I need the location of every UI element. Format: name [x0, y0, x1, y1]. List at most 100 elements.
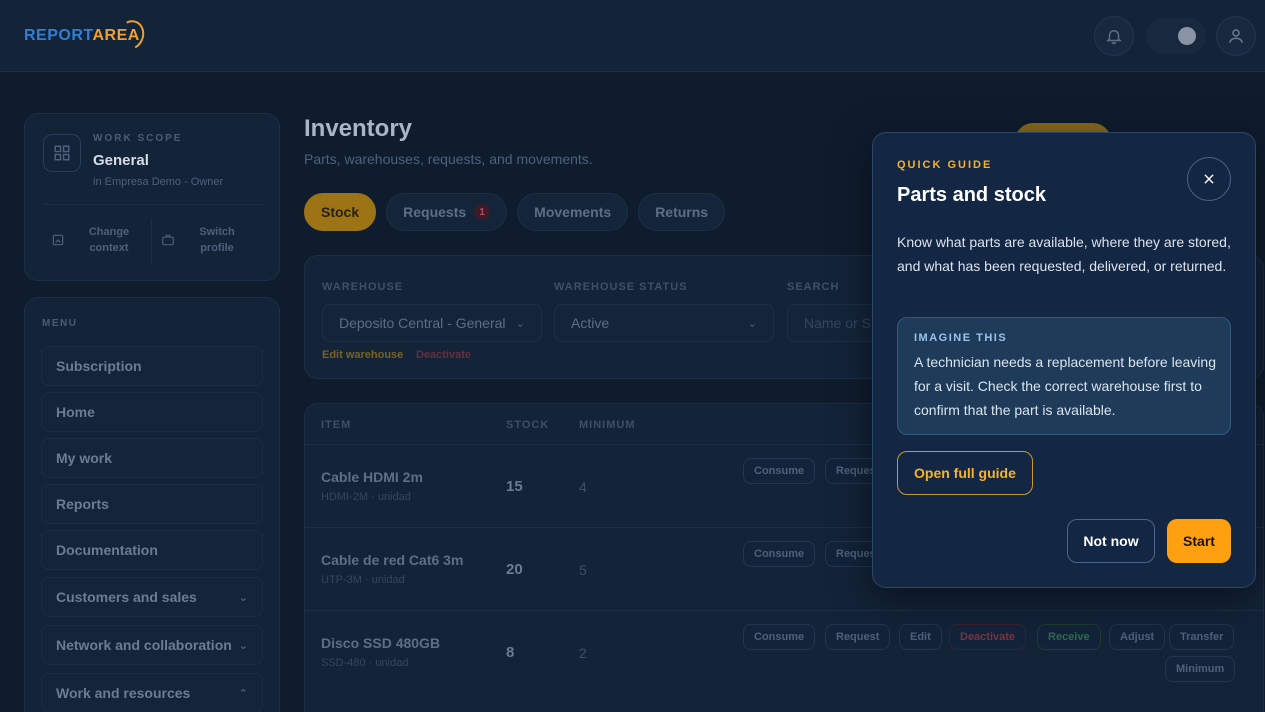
count-badge: 1 — [474, 204, 491, 220]
grid-icon — [43, 134, 81, 172]
switch-profile-label: Switch profile — [199, 226, 235, 254]
tab-movements[interactable]: Movements — [517, 193, 629, 231]
menu-item-customers-and-sales[interactable]: Customers and sales ⌄ — [41, 577, 263, 617]
menu-item-home[interactable]: Home — [41, 392, 263, 432]
menu-item-label: Reports — [56, 496, 109, 512]
item-sku: UTP-3M · unidad — [321, 574, 405, 586]
adjust-button[interactable]: Adjust — [1109, 624, 1166, 650]
page-subtitle: Parts, warehouses, requests, and movemen… — [304, 151, 593, 167]
item-sku: HDMI-2M · unidad — [321, 491, 411, 503]
close-button[interactable] — [1187, 157, 1231, 201]
item-stock: 15 — [506, 478, 523, 495]
chevron-down-icon: ⌄ — [238, 639, 248, 652]
user-icon — [1229, 29, 1243, 43]
change-context-button[interactable]: Change context — [51, 214, 155, 266]
profile-button[interactable] — [1216, 16, 1256, 56]
tab-requests[interactable]: Requests 1 — [386, 193, 508, 231]
menu-item-reports[interactable]: Reports — [41, 484, 263, 524]
item-minimum: 5 — [579, 562, 587, 578]
guide-kicker: QUICK GUIDE — [897, 159, 993, 171]
menu-item-work-and-resources[interactable]: Work and resources ⌃ — [41, 673, 263, 712]
item-minimum: 2 — [579, 645, 587, 661]
brand-part-1: REPORT — [24, 27, 93, 44]
warehouse-status-select[interactable]: Active ⌄ — [554, 304, 774, 342]
notifications-button[interactable] — [1094, 16, 1134, 56]
table-row: Disco SSD 480GB SSD-480 · unidad 8 2 Con… — [305, 610, 1263, 693]
edit-button[interactable]: Edit — [899, 624, 942, 650]
menu-item-label: Customers and sales — [56, 589, 197, 605]
menu-item-label: Work and resources — [56, 685, 191, 701]
consume-button[interactable]: Consume — [743, 458, 816, 484]
chevron-up-icon: ⌃ — [238, 687, 248, 700]
tab-label: Stock — [321, 204, 360, 220]
scope-name: General — [93, 152, 149, 169]
top-bar: REPORTAREA — [0, 0, 1265, 72]
chevron-down-icon: ⌄ — [747, 317, 757, 330]
menu-item-label: Home — [56, 404, 95, 420]
receive-button[interactable]: Receive — [1037, 624, 1101, 650]
request-button[interactable]: Request — [825, 624, 891, 650]
warehouse-select[interactable]: Deposito Central - General ⌄ — [322, 304, 542, 342]
bell-icon — [1106, 30, 1122, 45]
item-stock: 20 — [506, 561, 523, 578]
not-now-button[interactable]: Not now — [1067, 519, 1155, 563]
column-header-minimum: MINIMUM — [579, 419, 636, 431]
item-name: Cable HDMI 2m — [321, 469, 423, 485]
briefcase-icon — [162, 234, 174, 246]
menu-item-label: Network and collaboration — [56, 637, 232, 653]
work-scope-card: WORK SCOPE General in Empresa Demo - Own… — [24, 113, 280, 281]
deactivate-warehouse-link[interactable]: Deactivate — [416, 349, 471, 361]
edit-warehouse-link[interactable]: Edit warehouse — [322, 349, 403, 361]
menu-item-network-and-collaboration[interactable]: Network and collaboration ⌄ — [41, 625, 263, 665]
close-icon — [1204, 174, 1214, 184]
tab-returns[interactable]: Returns — [638, 193, 726, 231]
guide-example-box: IMAGINE THIS A technician needs a replac… — [897, 317, 1231, 435]
start-button[interactable]: Start — [1167, 519, 1231, 563]
logo-arc-icon — [113, 16, 149, 54]
guide-title: Parts and stock — [897, 184, 1046, 206]
warehouse-label: WAREHOUSE — [322, 281, 404, 293]
main-menu: MENU Subscription Home My work Reports D… — [24, 297, 280, 712]
scope-subtitle: in Empresa Demo - Owner — [93, 176, 224, 188]
tab-label: Returns — [655, 204, 709, 220]
quick-guide-card: QUICK GUIDE Parts and stock Know what pa… — [872, 132, 1256, 588]
minimum-button[interactable]: Minimum — [1165, 656, 1236, 682]
menu-item-label: Documentation — [56, 542, 158, 558]
column-header-item: ITEM — [321, 419, 352, 431]
item-name: Cable de red Cat6 3m — [321, 552, 464, 568]
consume-button[interactable]: Consume — [743, 541, 816, 567]
chevron-down-icon: ⌄ — [238, 591, 248, 604]
column-header-stock: STOCK — [506, 419, 550, 431]
tab-bar: Stock Requests 1 Movements Returns — [304, 193, 726, 231]
guide-body: Know what parts are available, where the… — [897, 234, 1231, 274]
example-kicker: IMAGINE THIS — [914, 332, 1008, 344]
menu-item-my-work[interactable]: My work — [41, 438, 263, 478]
warehouse-status-label: WAREHOUSE STATUS — [554, 281, 688, 293]
switch-profile-button[interactable]: Switch profile — [161, 214, 265, 266]
item-name: Disco SSD 480GB — [321, 635, 441, 651]
divider — [43, 204, 263, 205]
menu-item-documentation[interactable]: Documentation — [41, 530, 263, 570]
theme-toggle[interactable] — [1146, 18, 1206, 54]
toggle-knob — [1178, 27, 1196, 45]
menu-item-subscription[interactable]: Subscription — [41, 346, 263, 386]
consume-button[interactable]: Consume — [743, 624, 816, 650]
page-title: Inventory — [304, 115, 413, 142]
status-value: Active — [571, 315, 610, 331]
item-sku: SSD-480 · unidad — [321, 657, 409, 669]
scope-kicker: WORK SCOPE — [93, 133, 183, 144]
context-icon — [52, 234, 64, 246]
open-full-guide-button[interactable]: Open full guide — [897, 451, 1033, 495]
tab-stock[interactable]: Stock — [304, 193, 377, 231]
search-label: SEARCH — [787, 281, 840, 293]
divider — [151, 218, 152, 264]
tab-label: Requests — [403, 204, 467, 220]
menu-item-label: Subscription — [56, 358, 142, 374]
warehouse-value: Deposito Central - General — [339, 315, 506, 331]
tab-label: Movements — [534, 204, 612, 220]
example-text: A technician needs a replacement before … — [914, 354, 1216, 418]
deactivate-button[interactable]: Deactivate — [949, 624, 1027, 650]
transfer-button[interactable]: Transfer — [1169, 624, 1235, 650]
chevron-down-icon: ⌄ — [515, 317, 525, 330]
brand-logo[interactable]: REPORTAREA — [24, 16, 149, 56]
